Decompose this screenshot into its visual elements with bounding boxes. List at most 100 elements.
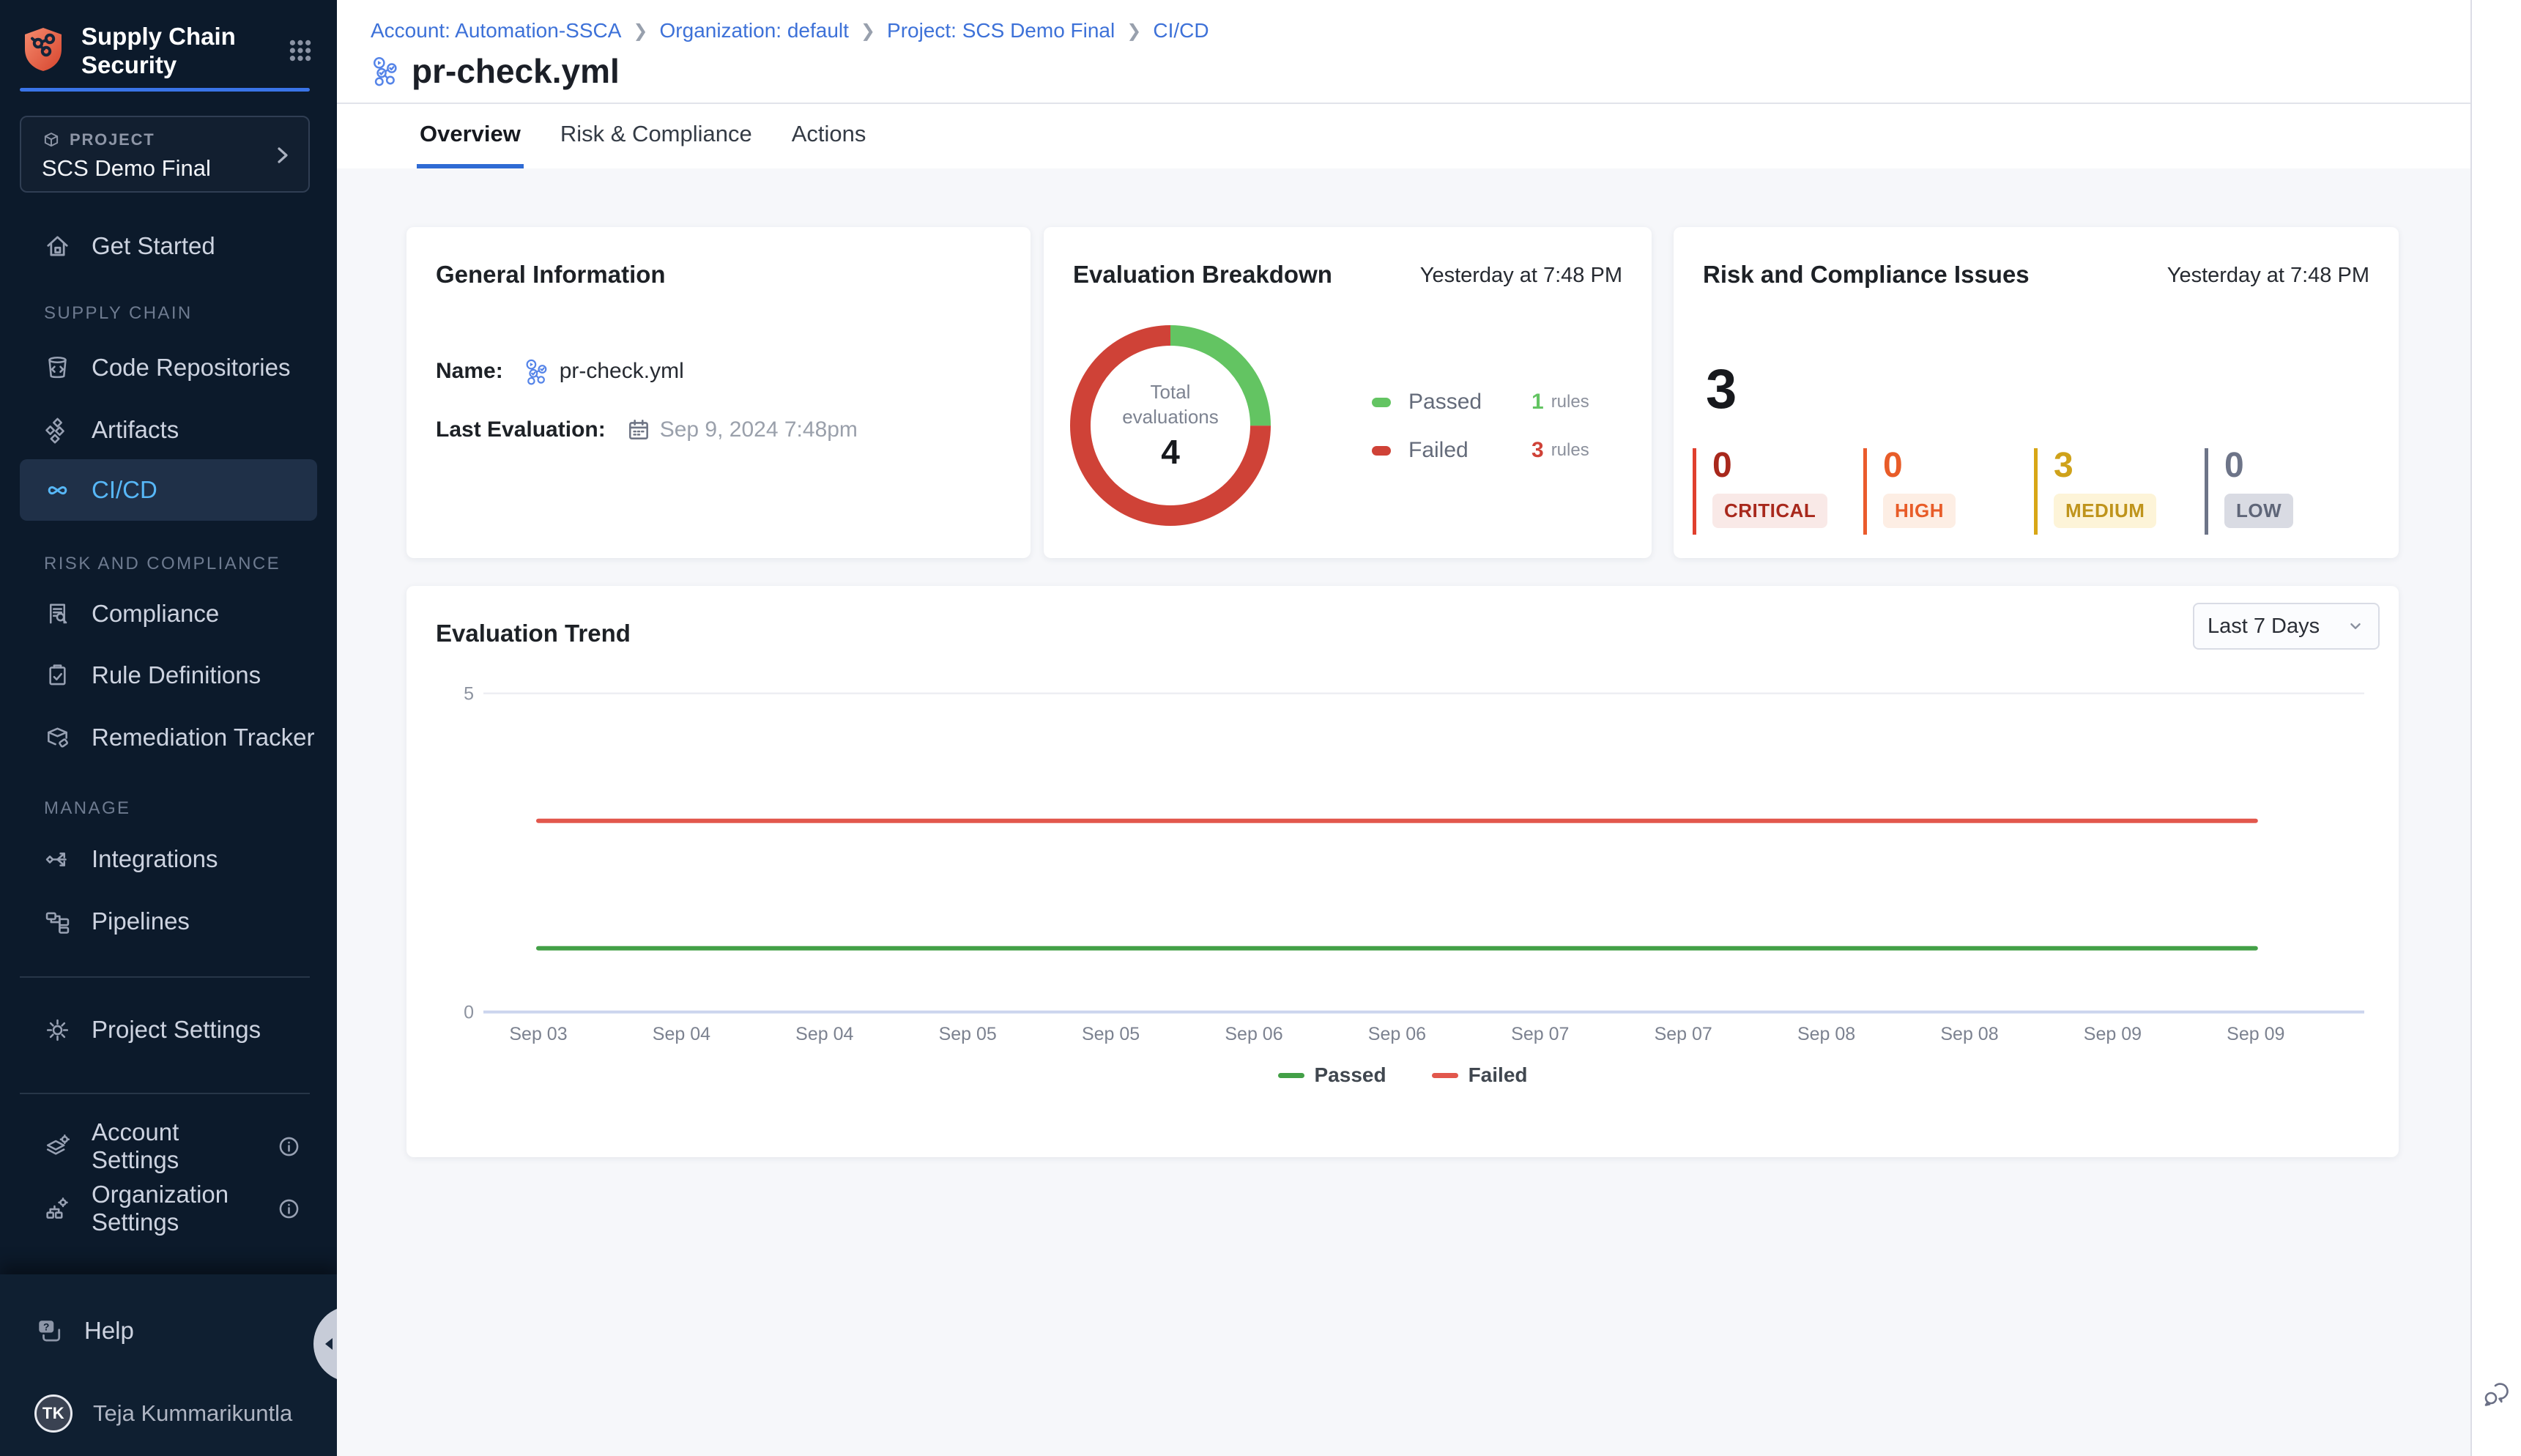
breadcrumb-cicd[interactable]: CI/CD <box>1153 19 1208 42</box>
severity-high: 0 HIGH <box>1863 448 2034 535</box>
sidebar-item-label: CI/CD <box>92 476 157 504</box>
section-header-manage: MANAGE <box>44 798 130 819</box>
last-evaluation-row: Last Evaluation: Sep 9, 2024 7:48pm <box>436 408 858 452</box>
pipeline-file-name: pr-check.yml <box>560 359 684 384</box>
medium-badge: MEDIUM <box>2054 494 2156 528</box>
x-axis-label: Sep 06 <box>1203 1024 1305 1045</box>
last-evaluation-date: Sep 9, 2024 7:48pm <box>660 417 858 442</box>
sidebar-item-label: Pipelines <box>92 907 190 935</box>
breadcrumb-project[interactable]: Project: SCS Demo Final <box>887 19 1115 42</box>
x-axis-label: Sep 09 <box>2205 1024 2307 1045</box>
x-axis-label: Sep 03 <box>487 1024 590 1045</box>
breadcrumb: Account: Automation-SSCA ❯ Organization:… <box>371 19 1209 42</box>
sidebar-item-label: Compliance <box>92 600 219 628</box>
app-title: Supply Chain Security <box>81 22 236 79</box>
sidebar-item-integrations[interactable]: Integrations <box>20 828 317 890</box>
avatar: TK <box>34 1394 73 1433</box>
main-area: Account: Automation-SSCA ❯ Organization:… <box>337 0 2470 1456</box>
page-title-row: pr-check.yml <box>371 51 620 91</box>
project-name: SCS Demo Final <box>42 155 291 182</box>
severity-critical: 0 CRITICAL <box>1693 448 1863 535</box>
sidebar-item-project-settings[interactable]: Project Settings <box>20 999 317 1061</box>
x-axis-label: Sep 08 <box>1918 1024 2021 1045</box>
low-badge: LOW <box>2224 494 2293 528</box>
sidebar-item-get-started[interactable]: Get Started <box>20 215 317 277</box>
failed-pill-icon <box>1372 446 1391 456</box>
sidebar-item-pipelines[interactable]: Pipelines <box>20 891 317 952</box>
y-axis-label: 0 <box>464 1003 474 1023</box>
org-gear-icon <box>44 1195 71 1222</box>
app-logo-row: Supply Chain Security <box>20 22 313 79</box>
user-name: Teja Kummarikuntla <box>93 1400 292 1427</box>
package-tag-icon <box>44 724 71 751</box>
info-icon[interactable] <box>275 1195 302 1222</box>
name-value: pr-check.yml <box>524 358 684 385</box>
breadcrumb-separator: ❯ <box>633 21 647 42</box>
card-timestamp: Yesterday at 7:48 PM <box>2167 264 2369 288</box>
sidebar-item-organization-settings[interactable]: Organization Settings <box>20 1178 317 1239</box>
name-label: Name: <box>436 359 503 384</box>
legend-item-failed[interactable]: Failed <box>1432 1063 1528 1087</box>
passed-pill-icon <box>1372 398 1391 407</box>
x-axis-label: Sep 06 <box>1345 1024 1448 1045</box>
sidebar-item-cicd[interactable]: CI/CD <box>20 459 317 521</box>
cicd-infinity-icon <box>44 477 71 504</box>
section-header-risk-and-compliance: RISK AND COMPLIANCE <box>44 554 281 574</box>
legend-row-passed: Passed 1 rules <box>1372 378 1589 426</box>
breadcrumb-separator: ❯ <box>861 21 875 42</box>
info-icon[interactable] <box>275 1133 302 1160</box>
legend-item-passed[interactable]: Passed <box>1278 1063 1386 1087</box>
severity-breakdown: 0 CRITICAL 0 HIGH 3 MEDIUM 0 LOW <box>1693 448 2375 535</box>
page-header: Account: Automation-SSCA ❯ Organization:… <box>337 0 2470 168</box>
chat-support-icon[interactable] <box>2481 1378 2513 1411</box>
sidebar-item-label: Rule Definitions <box>92 661 261 689</box>
compliance-document-icon <box>44 601 71 628</box>
passed-line-icon <box>1278 1073 1304 1078</box>
x-axis-label: Sep 04 <box>773 1024 876 1045</box>
tab-risk-compliance[interactable]: Risk & Compliance <box>557 104 755 168</box>
sidebar: Supply Chain Security PROJECT SCS Demo F… <box>0 0 337 1456</box>
card-title: Risk and Compliance Issues <box>1703 261 2030 289</box>
chevron-left-icon <box>321 1335 338 1353</box>
sidebar-item-artifacts[interactable]: Artifacts <box>20 399 317 461</box>
svg-text:?: ? <box>43 1321 49 1332</box>
total-evaluations-count: 4 <box>1161 432 1180 472</box>
accent-divider <box>20 88 310 92</box>
artifacts-icon <box>44 417 71 444</box>
legend-label: Failed <box>1469 1063 1528 1087</box>
user-menu[interactable]: TK Teja Kummarikuntla <box>20 1383 317 1444</box>
y-axis-label: 5 <box>464 684 474 705</box>
tab-actions[interactable]: Actions <box>789 104 869 168</box>
tab-bar: Overview Risk & Compliance Actions <box>337 104 2470 168</box>
legend-unit: rules <box>1551 392 1589 412</box>
pipeline-dag-icon <box>371 56 401 86</box>
sidebar-item-label: Organization Settings <box>92 1181 255 1236</box>
module-grid-icon[interactable] <box>288 38 313 63</box>
help-label: Help <box>84 1317 134 1345</box>
sidebar-item-rule-definitions[interactable]: Rule Definitions <box>20 645 317 706</box>
passed-count: 1 <box>1531 390 1544 415</box>
breadcrumb-account[interactable]: Account: Automation-SSCA <box>371 19 621 42</box>
sidebar-item-label: Integrations <box>92 845 218 873</box>
x-axis-label: Sep 04 <box>630 1024 732 1045</box>
tab-overview[interactable]: Overview <box>417 104 524 168</box>
sidebar-item-account-settings[interactable]: Account Settings <box>20 1115 317 1177</box>
legend-unit: rules <box>1551 440 1589 461</box>
project-selector[interactable]: PROJECT SCS Demo Final <box>20 116 310 193</box>
breakdown-legend: Passed 1 rules Failed 3 rules <box>1372 378 1589 475</box>
sidebar-item-code-repositories[interactable]: Code Repositories <box>20 337 317 398</box>
low-count: 0 <box>2224 448 2375 483</box>
high-count: 0 <box>1883 448 2034 483</box>
layers-gear-icon <box>44 1133 71 1160</box>
sidebar-item-remediation-tracker[interactable]: Remediation Tracker <box>20 707 317 768</box>
x-axis-label: Sep 05 <box>1060 1024 1162 1045</box>
breadcrumb-organization[interactable]: Organization: default <box>660 19 849 42</box>
legend-row-failed: Failed 3 rules <box>1372 426 1589 475</box>
legend-label: Passed <box>1408 390 1531 415</box>
failed-line-icon <box>1432 1073 1458 1078</box>
app-screen: Supply Chain Security PROJECT SCS Demo F… <box>0 0 2521 1456</box>
sidebar-divider <box>20 1093 310 1094</box>
legend-label: Failed <box>1408 438 1531 463</box>
help-button[interactable]: ? Help <box>20 1300 317 1362</box>
sidebar-item-compliance[interactable]: Compliance <box>20 583 317 645</box>
